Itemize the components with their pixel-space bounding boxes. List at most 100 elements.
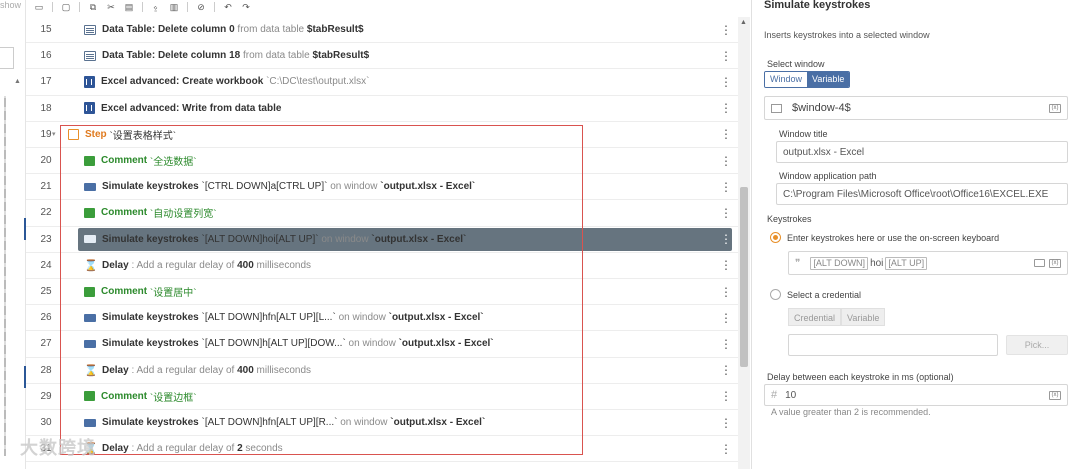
script-row[interactable]: 24 ⌛ Delay : Add a regular delay of 400 mi…	[26, 253, 738, 279]
row-menu-icon[interactable]: ⋮	[720, 259, 732, 271]
row-content: Comment `自动设置列宽`	[84, 205, 217, 220]
script-row[interactable]: 20 Comment `全选数据` ⋮	[26, 148, 738, 175]
window-title-field[interactable]: output.xlsx - Excel	[776, 141, 1068, 163]
credential-field[interactable]	[788, 334, 998, 356]
enter-keystrokes-radio[interactable]	[770, 232, 781, 243]
row-text-segment: on window	[335, 312, 389, 324]
editor-scrollbar[interactable]: ▲	[738, 17, 750, 469]
select-credential-radio[interactable]	[770, 289, 781, 300]
delay-hint: A value greater than 2 is recommended.	[771, 407, 931, 417]
undo-icon[interactable]: ↶	[223, 2, 233, 12]
script-row[interactable]: 29 Comment `设置边框` ⋮	[26, 384, 738, 410]
line-number: 23	[40, 233, 52, 245]
redo-icon[interactable]: ↷	[241, 2, 251, 12]
script-row[interactable]: 15 Data Table: Delete column 0 from data …	[26, 17, 738, 44]
variable-insert-icon[interactable]: (x)	[1049, 103, 1061, 113]
row-menu-icon[interactable]: ⋮	[720, 417, 732, 429]
row-text-segment: on window	[337, 417, 391, 429]
keyboard-icon[interactable]	[1034, 259, 1045, 267]
row-content: Simulate keystrokes `[CTRL DOWN]a[CTRL U…	[84, 181, 475, 192]
row-menu-icon[interactable]: ⋮	[720, 155, 732, 167]
script-row[interactable]: 22 Comment `自动设置列宽` ⋮	[26, 200, 738, 227]
line-number: 15	[40, 24, 52, 36]
row-text-segment: `C:\DC\test\output.xlsx`	[263, 76, 370, 88]
delete-icon[interactable]: ▥	[169, 2, 179, 12]
row-menu-icon[interactable]: ⋮	[720, 50, 732, 62]
row-text-segment: Data Table: Delete column 18	[102, 50, 241, 62]
script-row[interactable]: 16 Data Table: Delete column 18 from data…	[26, 43, 738, 70]
cut-icon[interactable]: ✂	[106, 2, 116, 12]
keystrokes-field[interactable]: ❞ [ALT DOWN] hoi [ALT UP] (x)	[788, 251, 1068, 275]
disable-icon[interactable]: ⊘	[196, 2, 206, 12]
ks-chip-alt-up: [ALT UP]	[885, 256, 928, 270]
variable-tab[interactable]: Variable	[807, 72, 850, 87]
scroll-thumb[interactable]	[740, 187, 748, 367]
script-row[interactable]: 28 ⌛ Delay : Add a regular delay of 400 mi…	[26, 358, 738, 384]
app-path-field[interactable]: C:\Program Files\Microsoft Office\root\O…	[776, 183, 1068, 205]
row-text-segment: `[ALT DOWN]hfn[ALT UP][L...`	[198, 312, 336, 324]
pick-button[interactable]: Pick...	[1006, 335, 1068, 355]
row-text-segment: Comment	[101, 286, 148, 298]
row-menu-icon[interactable]: ⋮	[720, 233, 732, 245]
script-row[interactable]: 17 Excel advanced: Create workbook `C:\DC…	[26, 69, 738, 96]
paste-icon[interactable]: ▤	[124, 2, 134, 12]
row-menu-icon[interactable]: ⋮	[720, 443, 732, 455]
variable-insert-icon[interactable]: (x)	[1049, 258, 1061, 268]
script-row[interactable]: 31 ⌛ Delay : Add a regular delay of 2 seco…	[26, 436, 738, 463]
row-text-segment: `[ALT DOWN]hfn[ALT UP][R...`	[198, 417, 338, 429]
row-text-segment: Delay	[102, 364, 129, 376]
row-text-segment: from data table	[240, 50, 313, 62]
lock-icon[interactable]: ⍚	[151, 2, 161, 12]
row-content: ⌛ Delay : Add a regular delay of 400 mill…	[84, 364, 311, 377]
credential-variable-tab[interactable]: Variable	[841, 308, 886, 326]
script-row[interactable]: 18 Excel advanced: Write from data table ⋮	[26, 96, 738, 122]
row-menu-icon[interactable]: ⋮	[720, 312, 732, 324]
script-row[interactable]: 25 Comment `设置居中` ⋮	[26, 279, 738, 306]
collapse-caret-icon[interactable]: ▾	[52, 130, 56, 138]
row-text-segment: Excel advanced: Write from data table	[101, 102, 282, 114]
copy-icon[interactable]: ⧉	[88, 2, 98, 12]
row-menu-icon[interactable]: ⋮	[720, 181, 732, 193]
scroll-up-icon[interactable]: ▲	[740, 19, 747, 26]
credential-tab[interactable]: Credential	[788, 308, 842, 326]
row-menu-icon[interactable]: ⋮	[720, 207, 732, 219]
record-icon[interactable]: ▭	[34, 2, 44, 12]
variable-insert-icon[interactable]: (x)	[1049, 390, 1061, 400]
row-text-segment: $tabResult$	[312, 50, 370, 62]
script-row[interactable]: 19 ▾ Step `设置表格样式` ⋮	[26, 122, 738, 148]
row-menu-icon[interactable]: ⋮	[720, 102, 732, 114]
row-text-segment: on window	[318, 233, 372, 245]
comment-icon	[84, 207, 95, 218]
row-text-segment: `output.xlsx - Excel`	[388, 312, 484, 324]
script-row[interactable]: 27 Simulate keystrokes `[ALT DOWN]h[ALT U…	[26, 331, 738, 358]
keyboard-icon	[84, 339, 96, 348]
image-icon[interactable]: ▢	[61, 2, 71, 12]
row-menu-icon[interactable]: ⋮	[720, 24, 732, 36]
sidebar-dots	[4, 96, 6, 456]
line-number: 26	[40, 312, 52, 324]
row-menu-icon[interactable]: ⋮	[720, 128, 732, 140]
script-row[interactable]: 26 Simulate keystrokes `[ALT DOWN]hfn[ALT…	[26, 305, 738, 332]
script-row[interactable]: 23 Simulate keystrokes `[ALT DOWN]hoi[ALT…	[26, 227, 738, 253]
window-tab[interactable]: Window	[765, 72, 808, 87]
row-content: Excel advanced: Write from data table	[84, 102, 282, 115]
row-content: Comment `全选数据`	[84, 153, 197, 168]
toolbar-separator	[142, 2, 143, 12]
row-menu-icon[interactable]: ⋮	[720, 338, 732, 350]
row-text-segment: `设置表格样式`	[106, 130, 177, 142]
line-number: 28	[40, 364, 52, 376]
toolbar-separator	[52, 2, 53, 12]
script-row[interactable]: 30 Simulate keystrokes `[ALT DOWN]hfn[ALT…	[26, 410, 738, 437]
row-menu-icon[interactable]: ⋮	[720, 364, 732, 376]
script-row[interactable]: 21 Simulate keystrokes `[CTRL DOWN]a[CTRL…	[26, 174, 738, 201]
row-content: Data Table: Delete column 18 from data t…	[84, 50, 369, 61]
row-text-segment: `output.xlsx - Excel`	[371, 233, 467, 245]
row-menu-icon[interactable]: ⋮	[720, 286, 732, 298]
collapse-up-icon[interactable]: ▲	[14, 78, 21, 85]
row-content: Data Table: Delete column 0 from data ta…	[84, 24, 364, 35]
row-menu-icon[interactable]: ⋮	[720, 390, 732, 402]
sidebar-search-box[interactable]	[0, 47, 14, 69]
row-menu-icon[interactable]: ⋮	[720, 76, 732, 88]
delay-field[interactable]: # 10 (x)	[764, 384, 1068, 406]
window-variable-field[interactable]: $window-4$ (x)	[764, 96, 1068, 120]
